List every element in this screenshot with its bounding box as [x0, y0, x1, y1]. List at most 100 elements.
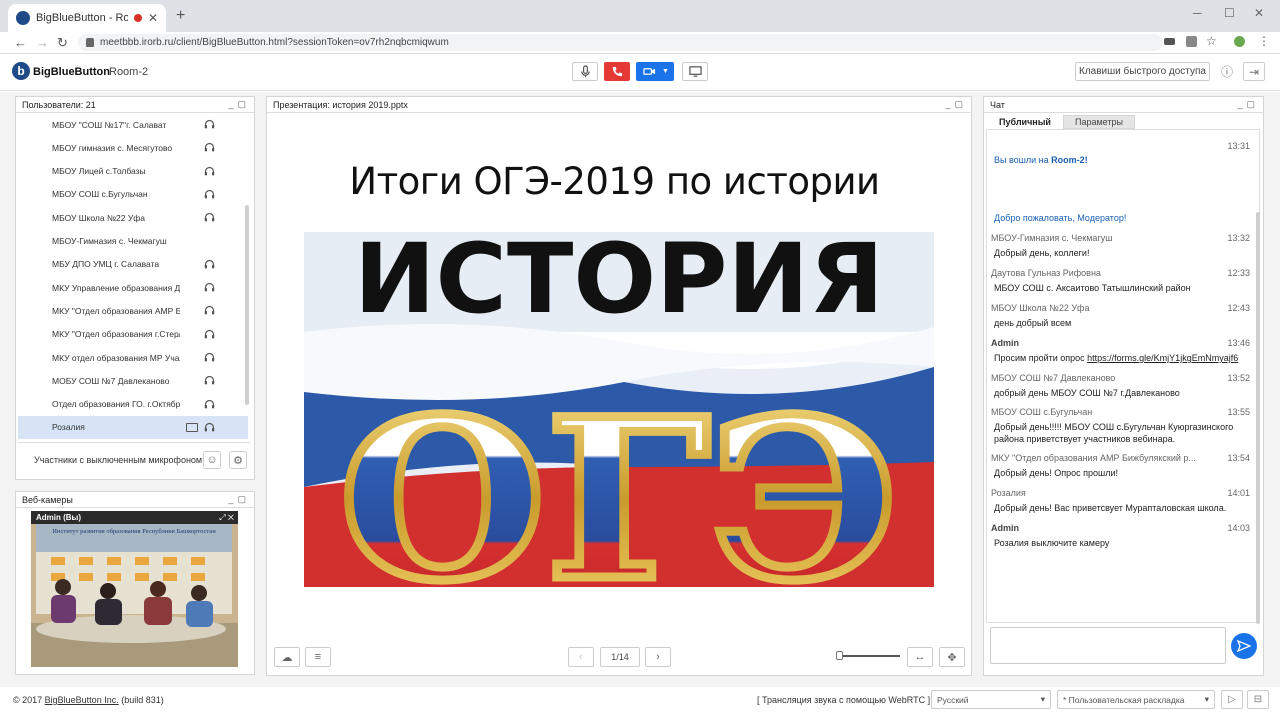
user-name: МБОУ гимназия с. Месягутово [52, 142, 173, 153]
user-row[interactable]: МКУ "Отдел образования АМР Би [18, 299, 248, 322]
microphone-button[interactable] [572, 62, 598, 81]
video-camera-icon [643, 68, 656, 75]
chat-welcome-room: Room-2! [1051, 155, 1088, 165]
chat-message-time: 13:54 [1227, 453, 1250, 463]
slide-title: Итоги ОГЭ-2019 по истории [349, 160, 880, 203]
headphones-icon [204, 142, 215, 152]
tab-chat-params[interactable]: Параметры [1063, 115, 1135, 129]
chat-message-input[interactable] [990, 627, 1226, 664]
chat-message-time: 13:32 [1227, 233, 1250, 243]
language-value: Русский [937, 694, 969, 705]
minimize-window-icon[interactable]: ─ [1193, 6, 1202, 20]
webcam-window-controls[interactable]: ⤢ ✕ [219, 513, 234, 523]
user-row[interactable]: МКУ отдел образования МР Учали [18, 346, 248, 369]
chat-message-time: 14:03 [1227, 523, 1250, 533]
user-row[interactable]: МКУ Управление образования Дю [18, 276, 248, 299]
copyright-link[interactable]: BigBlueButton Inc. [45, 695, 119, 705]
chat-message-body: Розалия выключите камеру [994, 538, 1110, 548]
layout-select[interactable]: * Пользовательская раскладка ▾ [1057, 690, 1215, 709]
chat-sender-name: Розалия [991, 488, 1026, 498]
panel-window-controls[interactable]: _▢ [228, 99, 250, 110]
user-row[interactable]: МБОУ Лицей с.Толбазы [18, 160, 248, 183]
user-row[interactable]: МКУ "Отдел образования г.Стерли [18, 323, 248, 346]
language-select[interactable]: Русский ▾ [931, 690, 1051, 709]
lock-layout-button[interactable]: ⊟ [1247, 690, 1269, 709]
zoom-slider-handle[interactable] [836, 651, 843, 660]
reload-icon[interactable]: ↻ [57, 35, 68, 51]
close-window-icon[interactable]: ✕ [1254, 6, 1264, 20]
headphones-icon [204, 305, 215, 315]
chat-window-controls[interactable]: _▢ [1237, 99, 1259, 110]
bookmark-star-icon[interactable]: ☆ [1206, 34, 1217, 48]
apply-layout-button[interactable]: ▷ [1221, 690, 1243, 709]
browser-tab[interactable]: BigBlueButton - Room-2 ✕ [8, 4, 166, 32]
headphones-icon [204, 189, 215, 199]
user-row[interactable]: МБОУ-Гимназия с. Чекмагуш [18, 230, 248, 253]
user-row[interactable]: МОБУ СОШ №7 Давлеканово [18, 369, 248, 392]
chat-message-text: Розалия выключите камеру [994, 537, 1109, 549]
hotkeys-button[interactable]: Клавиши быстрого доступа [1075, 62, 1210, 81]
webcams-window-controls[interactable]: _▢ [228, 494, 250, 505]
chat-message-body: МБОУ СОШ с. Аксаитово Татышлинский район [994, 283, 1191, 293]
close-tab-icon[interactable]: ✕ [148, 11, 158, 25]
maximize-window-icon[interactable]: ☐ [1224, 6, 1235, 20]
user-row[interactable]: МБОУ СОШ с.Бугульчан [18, 183, 248, 206]
webcam-button[interactable]: ▼ [636, 62, 674, 81]
webcam-titlebar: Admin (Вы) ⤢ ✕ [31, 511, 238, 524]
presentation-window-controls[interactable]: _▢ [945, 99, 967, 110]
screen-share-button[interactable] [682, 62, 708, 81]
lock-icon [86, 38, 94, 47]
user-row[interactable]: МБОУ Школа №22 Уфа [18, 206, 248, 229]
recording-indicator-icon [133, 14, 142, 22]
headphones-icon [204, 399, 215, 409]
chat-sender-name: Admin [991, 523, 1019, 533]
send-message-button[interactable] [1231, 633, 1257, 659]
chat-message-body: Добрый день!!!!! МБОУ СОШ с.Бугульчан Ку… [994, 422, 1234, 432]
chat-message-body: добрый день МБОУ СОШ №7 г.Давлеканово [994, 388, 1180, 398]
upload-presentation-button[interactable]: ☁ [274, 647, 300, 667]
help-icon[interactable]: ⓘ [1216, 62, 1238, 81]
user-name: МБУ ДПО УМЦ г. Салавата [52, 259, 160, 270]
logout-icon[interactable]: ⇥ [1243, 62, 1265, 81]
chat-message-body: Добрый день! Опрос прошли! [994, 468, 1119, 478]
user-name: МБОУ-Гимназия с. Чекмагуш [52, 236, 167, 246]
chat-message-text: МБОУ СОШ с. Аксаитово Татышлинский район [994, 282, 1191, 294]
users-scrollbar[interactable] [245, 205, 249, 405]
user-row[interactable]: МБОУ гимназия с. Месягутово [18, 136, 248, 159]
forward-icon[interactable]: → [36, 35, 49, 50]
chat-sender-name: МБОУ СОШ с.Бугульчан [991, 407, 1093, 417]
webcam-dropdown-icon[interactable]: ▼ [662, 68, 669, 75]
headphones-icon [204, 166, 215, 176]
users-settings-button[interactable]: ⚙ [229, 451, 247, 469]
fit-page-button[interactable]: ✥ [939, 647, 965, 667]
language-dropdown-icon: ▾ [1040, 694, 1045, 704]
browser-menu-icon[interactable]: ⋮ [1258, 34, 1270, 48]
phone-icon [612, 66, 622, 77]
app-name: BigBlueButton [33, 66, 110, 78]
next-slide-button[interactable]: › [645, 647, 671, 667]
fit-width-button[interactable]: ↔ [907, 647, 933, 667]
slide-list-button[interactable]: ≡ [305, 647, 331, 667]
previous-slide-button[interactable]: ‹ [568, 647, 594, 667]
translate-icon[interactable] [1186, 36, 1197, 47]
chat-sender-name: МБОУ-Гимназия с. Чекмагуш [991, 233, 1113, 243]
chat-message-link[interactable]: https://forms.gle/KmjY1jkgEmNmyajf6 [1087, 353, 1238, 363]
slide-word-oge: ОГЭ [339, 370, 899, 587]
back-icon[interactable]: ← [14, 35, 27, 50]
slide-page-indicator[interactable]: 1/14 [600, 647, 640, 667]
new-tab-button[interactable]: + [176, 7, 185, 25]
browser-tabstrip [0, 0, 1280, 32]
user-row[interactable]: МБОУ "СОШ №17"г. Салават [18, 113, 248, 136]
status-emoji-button[interactable]: ☺ [203, 451, 221, 469]
user-row[interactable]: МБУ ДПО УМЦ г. Салавата [18, 253, 248, 276]
camera-permission-icon[interactable] [1164, 38, 1175, 45]
tab-public-chat[interactable]: Публичный [992, 115, 1058, 129]
hangup-audio-button[interactable] [604, 62, 630, 81]
webcams-panel-header: Веб-камеры _▢ [16, 492, 254, 508]
chat-scrollbar[interactable] [1256, 212, 1260, 624]
zoom-slider-track[interactable] [838, 655, 900, 657]
user-row[interactable]: Отдел образования ГО. г.Октябрьс [18, 393, 248, 416]
url-field[interactable]: meetbbb.irorb.ru/client/BigBlueButton.ht… [78, 34, 1163, 51]
profile-avatar-icon[interactable] [1234, 36, 1245, 47]
user-row[interactable]: Розалия [18, 415, 248, 439]
